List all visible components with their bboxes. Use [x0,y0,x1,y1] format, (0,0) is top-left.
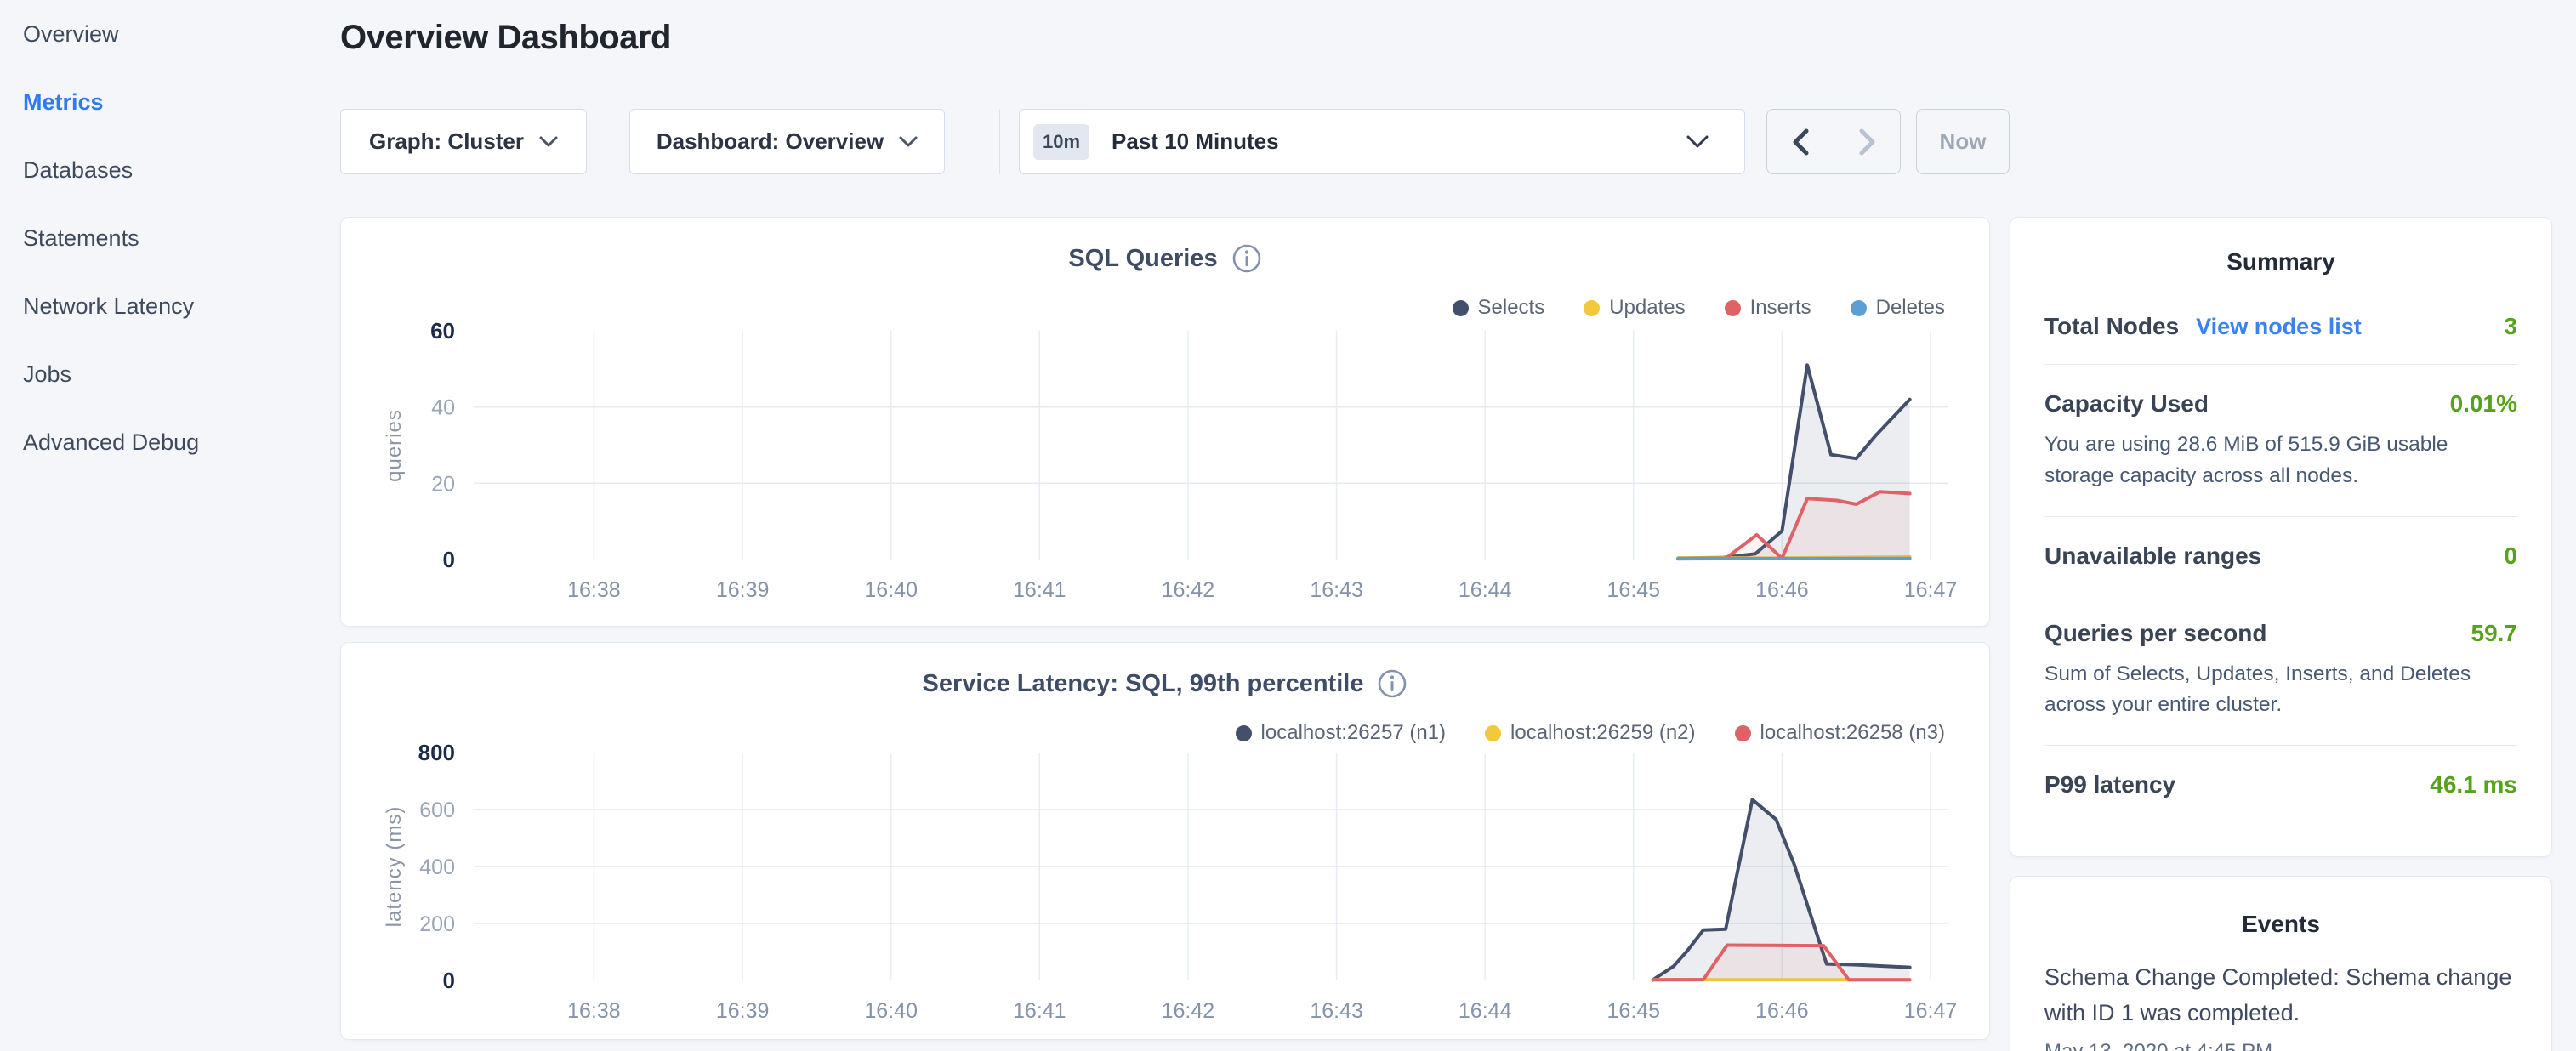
svg-text:16:38: 16:38 [567,999,621,1023]
next-time-button[interactable] [1834,110,1900,173]
chevron-down-icon [1686,135,1709,149]
events-list: Schema Change Completed: Schema change w… [2044,960,2517,1051]
summary-row: P99 latency 46.1 ms [2044,745,2517,822]
svg-text:16:43: 16:43 [1310,578,1363,602]
graph-dropdown[interactable]: Graph: Cluster [340,109,587,174]
chevron-right-icon [1859,128,1876,156]
sidebar: OverviewMetricsDatabasesStatementsNetwor… [0,0,340,1051]
summary-panel: Summary Total Nodes View nodes list 3 Capac… [2010,217,2552,857]
sidebar-item-metrics[interactable]: Metrics [23,89,340,157]
main-content: Overview Dashboard Graph: Cluster Dashbo… [340,0,1990,1051]
svg-text:16:39: 16:39 [716,578,770,602]
svg-text:40: 40 [431,396,455,420]
svg-text:800: 800 [418,740,455,765]
svg-text:16:44: 16:44 [1459,999,1512,1023]
event-item[interactable]: Schema Change Completed: Schema change w… [2044,960,2517,1051]
service-latency-chart-card: Service Latency: SQL, 99th percentile lo… [340,642,1990,1040]
svg-text:20: 20 [431,472,455,496]
summary-desc: You are using 28.6 MiB of 515.9 GiB usab… [2044,429,2517,492]
events-heading: Events [2044,911,2517,938]
summary-heading: Summary [2044,248,2517,276]
sidebar-item-databases[interactable]: Databases [23,157,340,225]
svg-text:16:47: 16:47 [1904,578,1958,602]
event-text: Schema Change Completed: Schema change w… [2044,960,2517,1031]
service-latency-chart[interactable]: 16:38 16:39 16:40 16:41 16:42 16:43 16:44 16:45… [341,643,1991,1041]
sql-queries-chart-card: SQL Queries SelectsUpdatesInsertsDeletes… [340,217,1990,627]
svg-text:16:46: 16:46 [1755,578,1809,602]
sidebar-item-jobs[interactable]: Jobs [23,361,340,429]
summary-row: Queries per second 59.7 Sum of Selects, Up… [2044,594,2517,746]
summary-label: Unavailable ranges [2044,543,2261,570]
svg-text:16:42: 16:42 [1162,999,1215,1023]
svg-text:16:44: 16:44 [1459,578,1512,602]
svg-text:16:42: 16:42 [1162,578,1215,602]
sidebar-item-statements[interactable]: Statements [23,225,340,293]
summary-rows: Total Nodes View nodes list 3 Capacity Used… [2044,287,2517,822]
svg-text:16:46: 16:46 [1755,999,1809,1023]
svg-text:16:43: 16:43 [1310,999,1363,1023]
chevron-left-icon [1792,128,1809,156]
time-range-label: Past 10 Minutes [1112,128,1279,155]
events-panel: Events Schema Change Completed: Schema c… [2010,876,2552,1051]
summary-label: Queries per second [2044,620,2266,647]
view-nodes-link[interactable]: View nodes list [2196,314,2362,340]
svg-text:16:40: 16:40 [864,578,918,602]
time-range-badge: 10m [1033,124,1089,160]
summary-value: 59.7 [2471,620,2518,647]
svg-text:600: 600 [419,798,455,822]
svg-text:400: 400 [419,855,455,879]
time-pager [1766,109,1901,174]
time-range-selector[interactable]: 10m Past 10 Minutes [1019,109,1745,174]
summary-value: 0.01% [2450,390,2517,418]
summary-row: Capacity Used 0.01% You are using 28.6 MiB… [2044,364,2517,516]
svg-text:60: 60 [430,318,455,344]
graph-dropdown-label: Graph: Cluster [369,128,524,155]
summary-desc: Sum of Selects, Updates, Inserts, and De… [2044,659,2517,722]
toolbar-divider [999,109,1000,174]
svg-text:16:41: 16:41 [1013,999,1066,1023]
summary-value: 0 [2504,543,2517,570]
svg-text:queries: queries [383,409,406,482]
sidebar-item-overview[interactable]: Overview [23,21,340,89]
svg-text:16:40: 16:40 [864,999,918,1023]
summary-row: Total Nodes View nodes list 3 [2044,287,2517,364]
svg-text:0: 0 [443,547,455,572]
toolbar: Graph: Cluster Dashboard: Overview 10m P… [340,109,1990,174]
metrics-page: OverviewMetricsDatabasesStatementsNetwor… [0,0,2576,1051]
dashboard-dropdown-label: Dashboard: Overview [657,128,884,155]
summary-value: 46.1 ms [2430,771,2517,798]
now-button[interactable]: Now [1916,109,2010,174]
summary-label: P99 latency [2044,771,2175,798]
chevron-down-icon [539,136,558,148]
svg-text:16:45: 16:45 [1607,999,1661,1023]
svg-text:16:38: 16:38 [567,578,621,602]
svg-text:latency (ms): latency (ms) [383,806,406,928]
sidebar-nav-list: OverviewMetricsDatabasesStatementsNetwor… [23,21,340,497]
summary-value: 3 [2504,313,2517,340]
svg-text:200: 200 [419,912,455,936]
summary-label: Capacity Used [2044,390,2209,418]
svg-text:16:47: 16:47 [1904,999,1958,1023]
svg-text:16:41: 16:41 [1013,578,1066,602]
sql-queries-chart[interactable]: 16:38 16:39 16:40 16:41 16:42 16:43 16:44 16:45… [341,218,1991,628]
summary-label: Total Nodes [2044,313,2179,340]
page-title: Overview Dashboard [340,19,671,57]
prev-time-button[interactable] [1767,110,1834,173]
svg-text:16:39: 16:39 [716,999,770,1023]
chevron-down-icon [899,136,918,148]
right-sidebar: Summary Total Nodes View nodes list 3 Capac… [2010,217,2552,1051]
summary-row: Unavailable ranges 0 [2044,516,2517,594]
event-timestamp: May 13, 2020 at 4:45 PM [2044,1040,2517,1051]
sidebar-item-network-latency[interactable]: Network Latency [23,293,340,361]
sidebar-item-advanced-debug[interactable]: Advanced Debug [23,429,340,497]
dashboard-dropdown[interactable]: Dashboard: Overview [629,109,945,174]
svg-text:16:45: 16:45 [1607,578,1661,602]
svg-text:0: 0 [443,968,455,993]
